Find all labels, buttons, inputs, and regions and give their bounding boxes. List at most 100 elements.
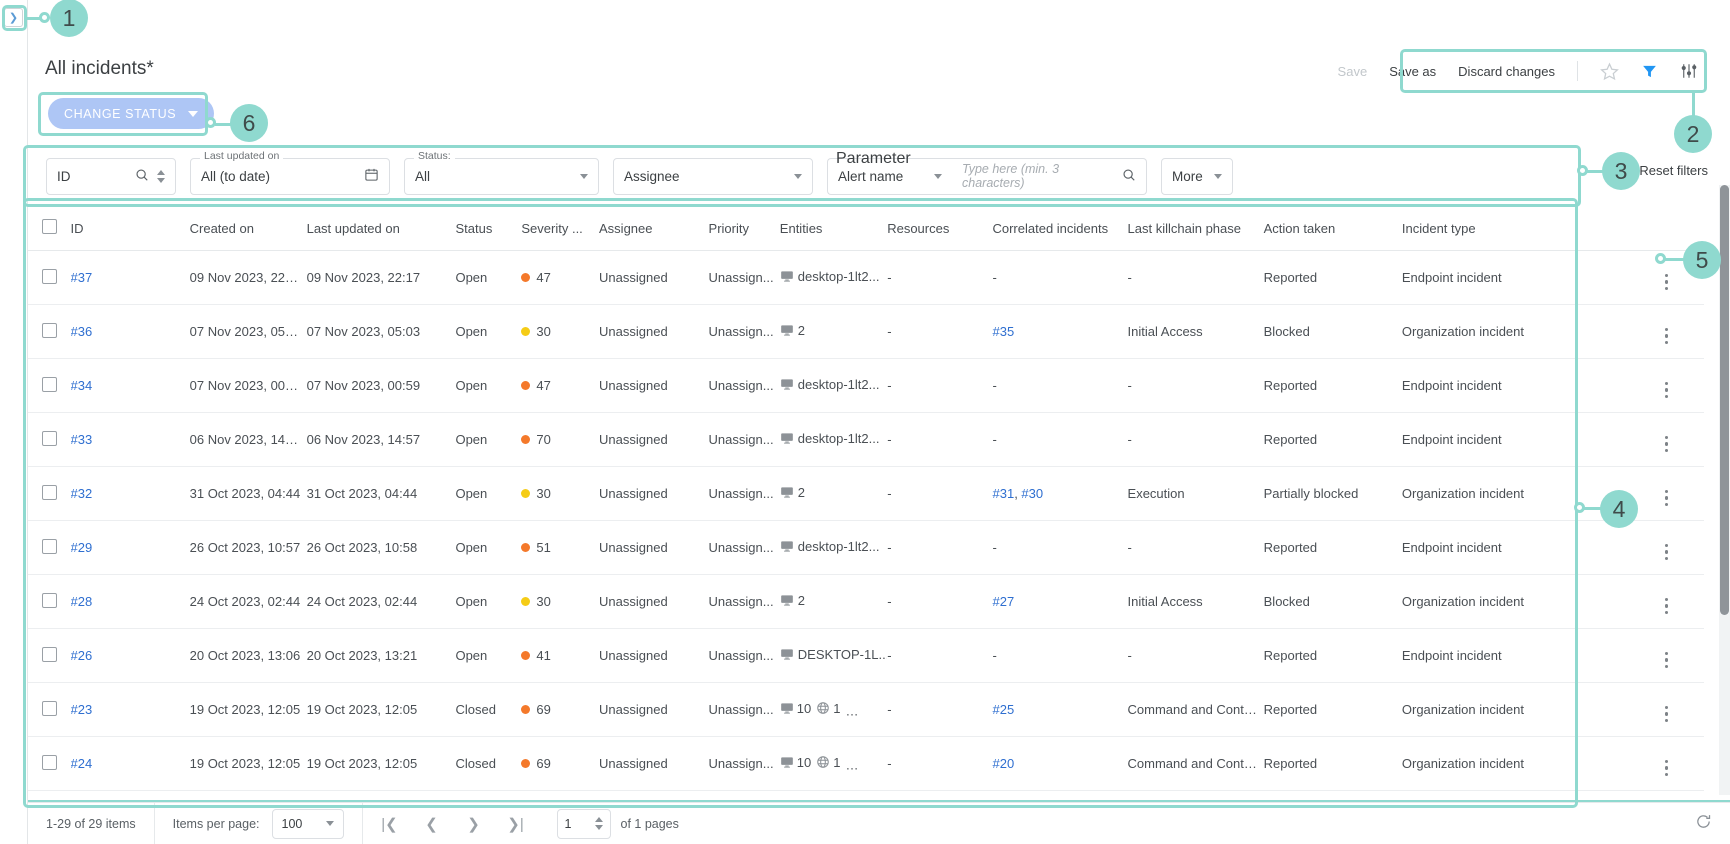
- incident-id-link[interactable]: #28: [71, 594, 93, 609]
- column-header-created-on[interactable]: Created on: [189, 205, 307, 251]
- row-checkbox[interactable]: [42, 646, 57, 662]
- incident-id-link[interactable]: #36: [71, 324, 93, 339]
- column-header-last-updated-on[interactable]: Last updated on: [306, 205, 456, 251]
- table-row[interactable]: #32 31 Oct 2023, 04:44 31 Oct 2023, 04:44 O…: [28, 466, 1704, 521]
- entity-item[interactable]: 2: [780, 485, 805, 500]
- refresh-icon[interactable]: [1695, 813, 1712, 835]
- row-menu-icon[interactable]: [1664, 543, 1668, 560]
- status-filter-select[interactable]: Status: All: [404, 150, 599, 195]
- column-header-incident-type[interactable]: Incident type: [1401, 205, 1588, 251]
- next-page-icon[interactable]: ❯: [453, 803, 495, 844]
- row-checkbox[interactable]: [42, 754, 57, 770]
- id-filter-input[interactable]: ID: [46, 157, 176, 195]
- table-row[interactable]: #28 24 Oct 2023, 02:44 24 Oct 2023, 02:44 O…: [28, 574, 1704, 629]
- row-menu-icon[interactable]: [1664, 705, 1668, 722]
- sliders-settings-icon[interactable]: [1680, 62, 1698, 80]
- correlated-incident-link[interactable]: #25: [992, 702, 1014, 717]
- entity-item[interactable]: desktop-1lt2...: [780, 269, 879, 284]
- row-checkbox[interactable]: [42, 484, 57, 500]
- row-menu-icon[interactable]: [1664, 759, 1668, 776]
- last-page-icon[interactable]: ❯|: [495, 803, 537, 844]
- vertical-scrollbar[interactable]: [1719, 185, 1730, 795]
- column-header-priority[interactable]: Priority: [708, 205, 780, 251]
- calendar-icon[interactable]: [364, 167, 379, 185]
- row-checkbox[interactable]: [42, 700, 57, 716]
- table-row[interactable]: #29 26 Oct 2023, 10:57 26 Oct 2023, 10:58 O…: [28, 520, 1704, 575]
- column-header-severity[interactable]: Severity ...: [521, 205, 600, 251]
- save-button[interactable]: Save: [1338, 64, 1368, 79]
- discard-changes-button[interactable]: Discard changes: [1458, 64, 1555, 79]
- items-per-page-select[interactable]: 100: [271, 808, 344, 839]
- correlated-incident-link[interactable]: #20: [992, 756, 1014, 771]
- row-menu-icon[interactable]: [1664, 273, 1668, 290]
- sidebar-expand-toggle[interactable]: ❯: [4, 8, 23, 27]
- first-page-icon[interactable]: |❮: [369, 803, 411, 844]
- entity-item[interactable]: 2: [780, 593, 805, 608]
- row-menu-icon[interactable]: [1664, 381, 1668, 398]
- row-menu-icon[interactable]: [1664, 597, 1668, 614]
- search-icon[interactable]: [135, 168, 149, 185]
- funnel-filter-icon[interactable]: [1641, 63, 1658, 80]
- column-header-resources[interactable]: Resources: [887, 205, 993, 251]
- incident-id-link[interactable]: #32: [71, 486, 93, 501]
- column-header-id[interactable]: ID: [70, 205, 190, 251]
- incident-id-link[interactable]: #29: [71, 540, 93, 555]
- row-checkbox[interactable]: [42, 376, 57, 392]
- table-row[interactable]: #37 09 Nov 2023, 22:17 09 Nov 2023, 22:17 O…: [28, 250, 1704, 305]
- correlated-incident-link[interactable]: #30: [1021, 486, 1043, 501]
- incident-id-link[interactable]: #23: [71, 702, 93, 717]
- row-checkbox[interactable]: [42, 538, 57, 554]
- row-checkbox[interactable]: [42, 268, 57, 284]
- table-row[interactable]: #33 06 Nov 2023, 14:54 06 Nov 2023, 14:57 O…: [28, 412, 1704, 467]
- table-row[interactable]: #24 19 Oct 2023, 12:05 19 Oct 2023, 12:05 C…: [28, 736, 1704, 791]
- row-menu-icon[interactable]: [1664, 489, 1668, 506]
- entity-item[interactable]: 1: [816, 755, 841, 770]
- row-menu-icon[interactable]: [1664, 435, 1668, 452]
- row-checkbox[interactable]: [42, 592, 57, 608]
- row-menu-icon[interactable]: [1664, 327, 1668, 344]
- entity-item[interactable]: 10: [780, 755, 811, 770]
- star-icon[interactable]: [1600, 62, 1619, 81]
- scrollbar-thumb[interactable]: [1720, 185, 1729, 615]
- entity-item[interactable]: desktop-1lt2...: [780, 431, 879, 446]
- id-stepper[interactable]: [157, 169, 165, 183]
- incident-id-link[interactable]: #33: [71, 432, 93, 447]
- row-menu-icon[interactable]: [1664, 651, 1668, 668]
- entity-item[interactable]: 10: [780, 701, 811, 716]
- assignee-filter-select[interactable]: Assignee: [613, 157, 813, 195]
- column-header-action-taken[interactable]: Action taken: [1263, 205, 1402, 251]
- table-row[interactable]: #36 07 Nov 2023, 05:03 07 Nov 2023, 05:03 O…: [28, 304, 1704, 359]
- more-filters-button[interactable]: More: [1161, 157, 1233, 195]
- prev-page-icon[interactable]: ❮: [411, 803, 453, 844]
- entity-item[interactable]: 1: [875, 755, 887, 770]
- parameter-search-input[interactable]: Type here (min. 3 characters): [952, 157, 1147, 195]
- page-number-input[interactable]: 1: [556, 808, 611, 839]
- column-header-correlated-incidents[interactable]: Correlated incidents: [992, 205, 1128, 251]
- select-all-checkbox[interactable]: [42, 219, 57, 234]
- column-header-status[interactable]: Status: [455, 205, 522, 251]
- change-status-button[interactable]: CHANGE STATUS: [48, 98, 215, 129]
- save-as-button[interactable]: Save as: [1389, 64, 1436, 79]
- row-checkbox[interactable]: [42, 322, 57, 338]
- correlated-incident-link[interactable]: #27: [992, 594, 1014, 609]
- table-row[interactable]: #23 19 Oct 2023, 12:05 19 Oct 2023, 12:05 C…: [28, 682, 1704, 737]
- reset-filters-button[interactable]: Reset filters: [1639, 163, 1708, 178]
- entity-item[interactable]: 2: [780, 323, 805, 338]
- incident-id-link[interactable]: #24: [71, 756, 93, 771]
- table-row[interactable]: #34 07 Nov 2023, 00:59 07 Nov 2023, 00:59 O…: [28, 358, 1704, 413]
- entity-item[interactable]: desktop-1lt2...: [780, 377, 879, 392]
- incident-id-link[interactable]: #37: [71, 270, 93, 285]
- search-icon[interactable]: [1122, 168, 1136, 185]
- incident-id-link[interactable]: #26: [71, 648, 93, 663]
- table-row[interactable]: #26 20 Oct 2023, 13:06 20 Oct 2023, 13:21 O…: [28, 628, 1704, 683]
- entity-item[interactable]: desktop-1lt2...: [780, 539, 879, 554]
- column-header-entities[interactable]: Entities: [779, 205, 888, 251]
- last-updated-filter[interactable]: Last updated on All (to date): [190, 150, 390, 195]
- row-checkbox[interactable]: [42, 430, 57, 446]
- column-header-last-killchain-phase[interactable]: Last killchain phase: [1127, 205, 1264, 251]
- entity-item[interactable]: 1: [816, 701, 841, 716]
- entity-item[interactable]: DESKTOP-1L...: [780, 647, 887, 662]
- column-header-assignee[interactable]: Assignee: [599, 205, 709, 251]
- page-stepper[interactable]: [594, 817, 603, 830]
- incident-id-link[interactable]: #34: [71, 378, 93, 393]
